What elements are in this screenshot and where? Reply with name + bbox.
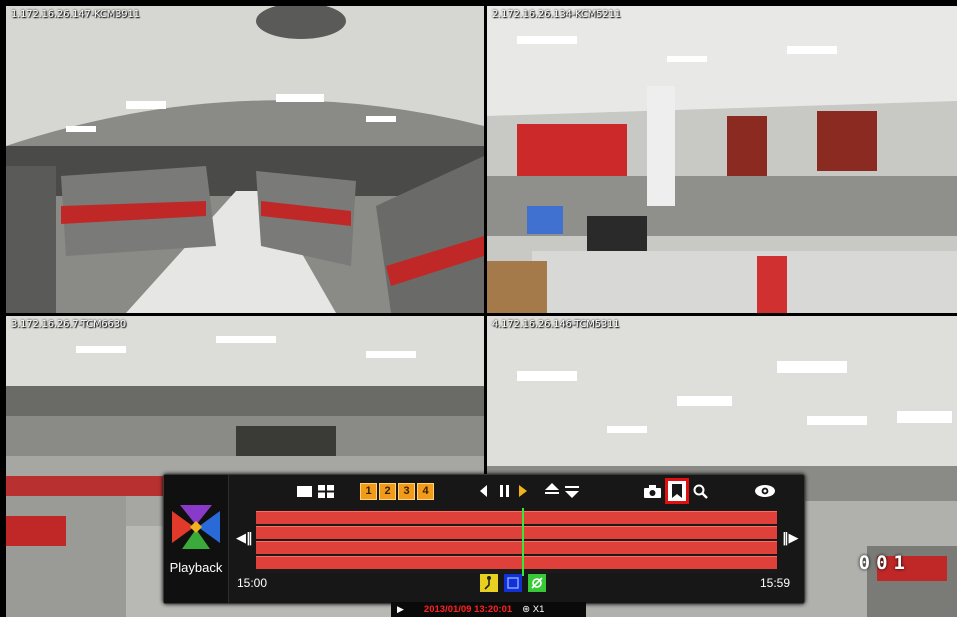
camera-1-image	[6, 6, 484, 313]
play-forward-button[interactable]	[516, 482, 530, 500]
speed-down-button[interactable]	[564, 482, 580, 500]
camera-icon	[643, 484, 661, 498]
camera-1-label: 1.172.16.26.147-KCM3911	[11, 9, 140, 20]
camera-view-1[interactable]: 1.172.16.26.147-KCM3911	[6, 6, 484, 313]
camera-2-image	[487, 6, 957, 313]
camera-4-label: 4.172.16.26.146-TCM5311	[492, 319, 620, 330]
quad-view-icon	[318, 484, 334, 498]
motion-event-button[interactable]	[480, 574, 498, 592]
step-back-button[interactable]	[477, 482, 491, 500]
search-button[interactable]	[691, 482, 709, 500]
channel-4-button[interactable]: 4	[417, 482, 434, 500]
timeline-cursor[interactable]	[522, 508, 524, 576]
eye-icon	[755, 485, 775, 497]
timeline-right-icon: ‖▶	[782, 531, 799, 546]
speed-down-icon	[565, 486, 579, 498]
search-icon	[693, 484, 708, 499]
playback-logo[interactable]: Playback	[164, 475, 229, 603]
speed-up-icon	[545, 483, 559, 494]
snapshot-button[interactable]	[643, 482, 661, 500]
timeline-track	[256, 511, 777, 524]
all-event-button[interactable]	[504, 574, 522, 592]
camera-view-2[interactable]: 2.172.16.26.134-KCM5211	[487, 6, 957, 313]
timeline-end-time: 15:59	[760, 576, 791, 590]
playback-logo-icon	[172, 505, 220, 549]
step-back-icon	[480, 485, 487, 497]
timeline-track	[256, 526, 777, 539]
status-play-icon: ▶	[397, 604, 404, 614]
single-view-icon	[296, 485, 312, 497]
channel-3-button[interactable]: 3	[398, 482, 415, 500]
timeline-left-icon: ◀‖	[236, 531, 253, 546]
bookmark-button[interactable]	[665, 478, 689, 504]
timeline[interactable]	[256, 508, 777, 576]
motion-event-icon	[484, 576, 491, 590]
sensor-event-button[interactable]	[528, 574, 546, 592]
pause-button[interactable]	[497, 482, 511, 500]
play-forward-icon	[519, 485, 527, 497]
timeline-left-button[interactable]: ◀‖	[236, 531, 253, 546]
playback-panel: Playback 1 2 3 4 ◀‖ ‖▶ 15:00 15:59	[163, 474, 805, 604]
timeline-start-time: 15:00	[237, 576, 268, 590]
camera-2-label: 2.172.16.26.134-KCM5211	[492, 9, 621, 20]
all-event-icon	[507, 577, 519, 589]
single-view-button[interactable]	[296, 482, 312, 500]
timeline-track	[256, 541, 777, 554]
channel-number-display: 001	[858, 552, 911, 574]
view-toggle-button[interactable]	[754, 482, 776, 500]
quad-view-button[interactable]	[317, 482, 335, 500]
timeline-right-button[interactable]: ‖▶	[782, 531, 799, 546]
playback-speed-value: X1	[532, 604, 545, 615]
playback-label: Playback	[169, 560, 223, 575]
bookmark-icon	[672, 484, 682, 498]
playback-status-bar: ▶ 2013/01/09 13:20:01 ⊛ X1	[391, 602, 586, 617]
playback-speed: ⊛ X1	[522, 604, 544, 615]
channel-2-button[interactable]: 2	[379, 482, 396, 500]
speed-up-button[interactable]	[544, 482, 560, 500]
channel-1-button[interactable]: 1	[360, 482, 377, 500]
speed-icon: ⊛	[522, 604, 531, 615]
playback-datetime: 2013/01/09 13:20:01	[423, 604, 513, 615]
pause-icon	[499, 485, 509, 497]
sensor-event-icon	[531, 577, 543, 589]
timeline-track	[256, 556, 777, 569]
channel-buttons: 1 2 3 4	[360, 482, 436, 500]
camera-3-label: 3.172.16.26.7-TCM6630	[11, 319, 127, 330]
